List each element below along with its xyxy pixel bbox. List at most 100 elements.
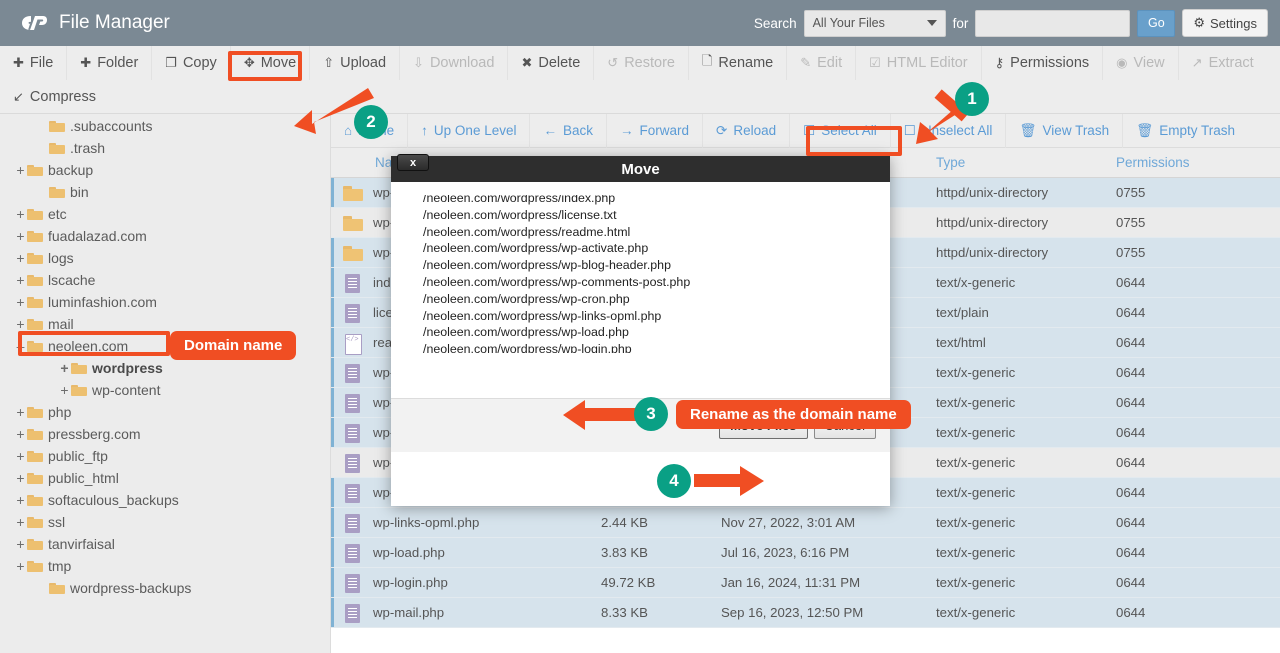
toolbar-button-label: Permissions	[1010, 55, 1089, 71]
tree-item-fuadalazad-com[interactable]: +fuadalazad.com	[0, 225, 330, 247]
pane-button-reload[interactable]: ⟳Reload	[703, 114, 790, 148]
tree-item-lscache[interactable]: +lscache	[0, 269, 330, 291]
tree-item-public-html[interactable]: + public_html	[0, 467, 330, 489]
expand-icon[interactable]: +	[14, 514, 27, 530]
tree-item-luminfashion-com[interactable]: +luminfashion.com	[0, 291, 330, 313]
html-editor-icon: ☑	[869, 55, 881, 71]
tree-item-pressberg-com[interactable]: +pressberg.com	[0, 423, 330, 445]
expand-icon[interactable]: +	[58, 360, 71, 376]
tree-item--subaccounts[interactable]: .subaccounts	[0, 115, 330, 137]
step-badge-3: 3	[634, 397, 668, 431]
table-row[interactable]: wp-links-opml.php2.44 KBNov 27, 2022, 3:…	[331, 508, 1280, 538]
tree-item-public-ftp[interactable]: + public_ftp	[0, 445, 330, 467]
pane-button-label: Reload	[733, 123, 776, 138]
table-row[interactable]: wp-load.php3.83 KBJul 16, 2023, 6:16 PMt…	[331, 538, 1280, 568]
toolbar-button-copy[interactable]: ❐Copy	[152, 46, 231, 80]
toolbar-button-permissions[interactable]: ⚷Permissions	[982, 46, 1104, 80]
tree-item-backup[interactable]: +backup	[0, 159, 330, 181]
cell-permissions: 0644	[1116, 275, 1236, 290]
cell-size: 2.44 KB	[601, 515, 721, 530]
folder-icon	[27, 274, 43, 286]
cell-name[interactable]: wp-login.php	[331, 572, 601, 594]
selected-path-item: /neoleen.com/wordpress/license.txt	[423, 207, 873, 224]
cell-modified: Jan 16, 2024, 11:31 PM	[721, 575, 936, 590]
toolbar-button-upload[interactable]: ⇧Upload	[310, 46, 400, 80]
folder-icon	[49, 582, 65, 594]
tree-item-tmp[interactable]: +tmp	[0, 555, 330, 577]
pane-button-up-one-level[interactable]: ↑Up One Level	[408, 114, 530, 148]
folder-icon	[49, 186, 65, 198]
toolbar-button-folder[interactable]: ✚Folder	[67, 46, 152, 80]
tree-item-logs[interactable]: +logs	[0, 247, 330, 269]
expand-icon[interactable]: +	[14, 536, 27, 552]
tree-item-tanvirfaisal[interactable]: +tanvirfaisal	[0, 533, 330, 555]
cell-name[interactable]: wp-load.php	[331, 542, 601, 564]
settings-button[interactable]: ⚙ Settings	[1182, 9, 1268, 37]
toolbar-button-label: Edit	[817, 55, 842, 71]
tree-item-etc[interactable]: +etc	[0, 203, 330, 225]
toolbar-button-label: Download	[430, 55, 495, 71]
pane-button-back[interactable]: ←Back	[530, 114, 607, 148]
tree-item-php[interactable]: +php	[0, 401, 330, 423]
toolbar-button-rename[interactable]: 🗋Rename	[689, 46, 787, 80]
row-selection-indicator	[331, 388, 334, 417]
cell-permissions: 0644	[1116, 545, 1236, 560]
cell-permissions: 0755	[1116, 185, 1236, 200]
expand-icon[interactable]: +	[14, 250, 27, 266]
tree-item-bin[interactable]: bin	[0, 181, 330, 203]
expand-icon[interactable]: +	[14, 316, 27, 332]
arrow-4	[692, 464, 772, 498]
folder-icon	[71, 384, 87, 396]
pane-button-view-trash[interactable]: 🗑View Trash	[1006, 114, 1123, 148]
tree-item-label: public_html	[48, 470, 119, 486]
tree-item-wordpress-backups[interactable]: wordpress-backups	[0, 577, 330, 599]
document-icon	[343, 482, 363, 504]
expand-icon[interactable]: +	[58, 382, 71, 398]
expand-icon[interactable]: +	[14, 162, 27, 178]
tree-item--trash[interactable]: .trash	[0, 137, 330, 159]
tree-item-label: ssl	[48, 514, 65, 530]
toolbar-button-delete[interactable]: ✖Delete	[508, 46, 594, 80]
close-icon[interactable]: x	[397, 154, 429, 171]
folder-icon	[343, 212, 363, 234]
tree-item-ssl[interactable]: + ssl	[0, 511, 330, 533]
row-selection-indicator	[331, 568, 334, 597]
expand-icon[interactable]: +	[14, 294, 27, 310]
tree-item-softaculous-backups[interactable]: +softaculous_backups	[0, 489, 330, 511]
expand-icon[interactable]: +	[14, 470, 27, 486]
tree-item-label: mail	[48, 316, 74, 332]
row-selection-indicator	[331, 328, 334, 357]
cell-type: text/x-generic	[936, 545, 1116, 560]
search-input[interactable]	[975, 10, 1130, 37]
x-icon: ✖	[521, 55, 532, 71]
tree-item-wp-content[interactable]: +wp-content	[0, 379, 330, 401]
expand-icon[interactable]: +	[14, 228, 27, 244]
selected-path-item: /neoleen.com/wordpress/index.php	[423, 195, 873, 207]
upload-icon: ⇧	[323, 55, 334, 71]
expand-icon[interactable]: +	[14, 272, 27, 288]
column-header-type[interactable]: Type	[936, 155, 1116, 170]
expand-icon[interactable]: +	[14, 206, 27, 222]
search-go-button[interactable]: Go	[1137, 10, 1175, 37]
expand-icon[interactable]: +	[14, 448, 27, 464]
cell-type: text/plain	[936, 305, 1116, 320]
expand-icon[interactable]: +	[14, 426, 27, 442]
column-header-permissions[interactable]: Permissions	[1116, 155, 1236, 170]
toolbar-button-download: ⇩Download	[400, 46, 508, 80]
table-row[interactable]: wp-login.php49.72 KBJan 16, 2024, 11:31 …	[331, 568, 1280, 598]
expand-icon[interactable]: +	[14, 492, 27, 508]
pane-button-empty-trash[interactable]: 🗑Empty Trash	[1123, 114, 1248, 148]
tree-item-wordpress[interactable]: +wordpress	[0, 357, 330, 379]
cell-name[interactable]: wp-mail.php	[331, 602, 601, 624]
pane-button-forward[interactable]: →Forward	[607, 114, 703, 148]
table-row[interactable]: wp-mail.php8.33 KBSep 16, 2023, 12:50 PM…	[331, 598, 1280, 628]
cell-name[interactable]: wp-links-opml.php	[331, 512, 601, 534]
toolbar-button-compress[interactable]: ↙Compress	[0, 80, 109, 114]
expand-icon[interactable]: +	[14, 558, 27, 574]
toolbar-button-file[interactable]: ✚File	[0, 46, 67, 80]
directory-tree-sidebar[interactable]: .subaccounts.trash+backupbin+etc+fuadala…	[0, 114, 330, 653]
expand-icon[interactable]: +	[14, 404, 27, 420]
step-badge-1: 1	[955, 82, 989, 116]
tree-item-label: public_ftp	[48, 448, 108, 464]
search-scope-select[interactable]: All Your Files	[804, 10, 946, 37]
